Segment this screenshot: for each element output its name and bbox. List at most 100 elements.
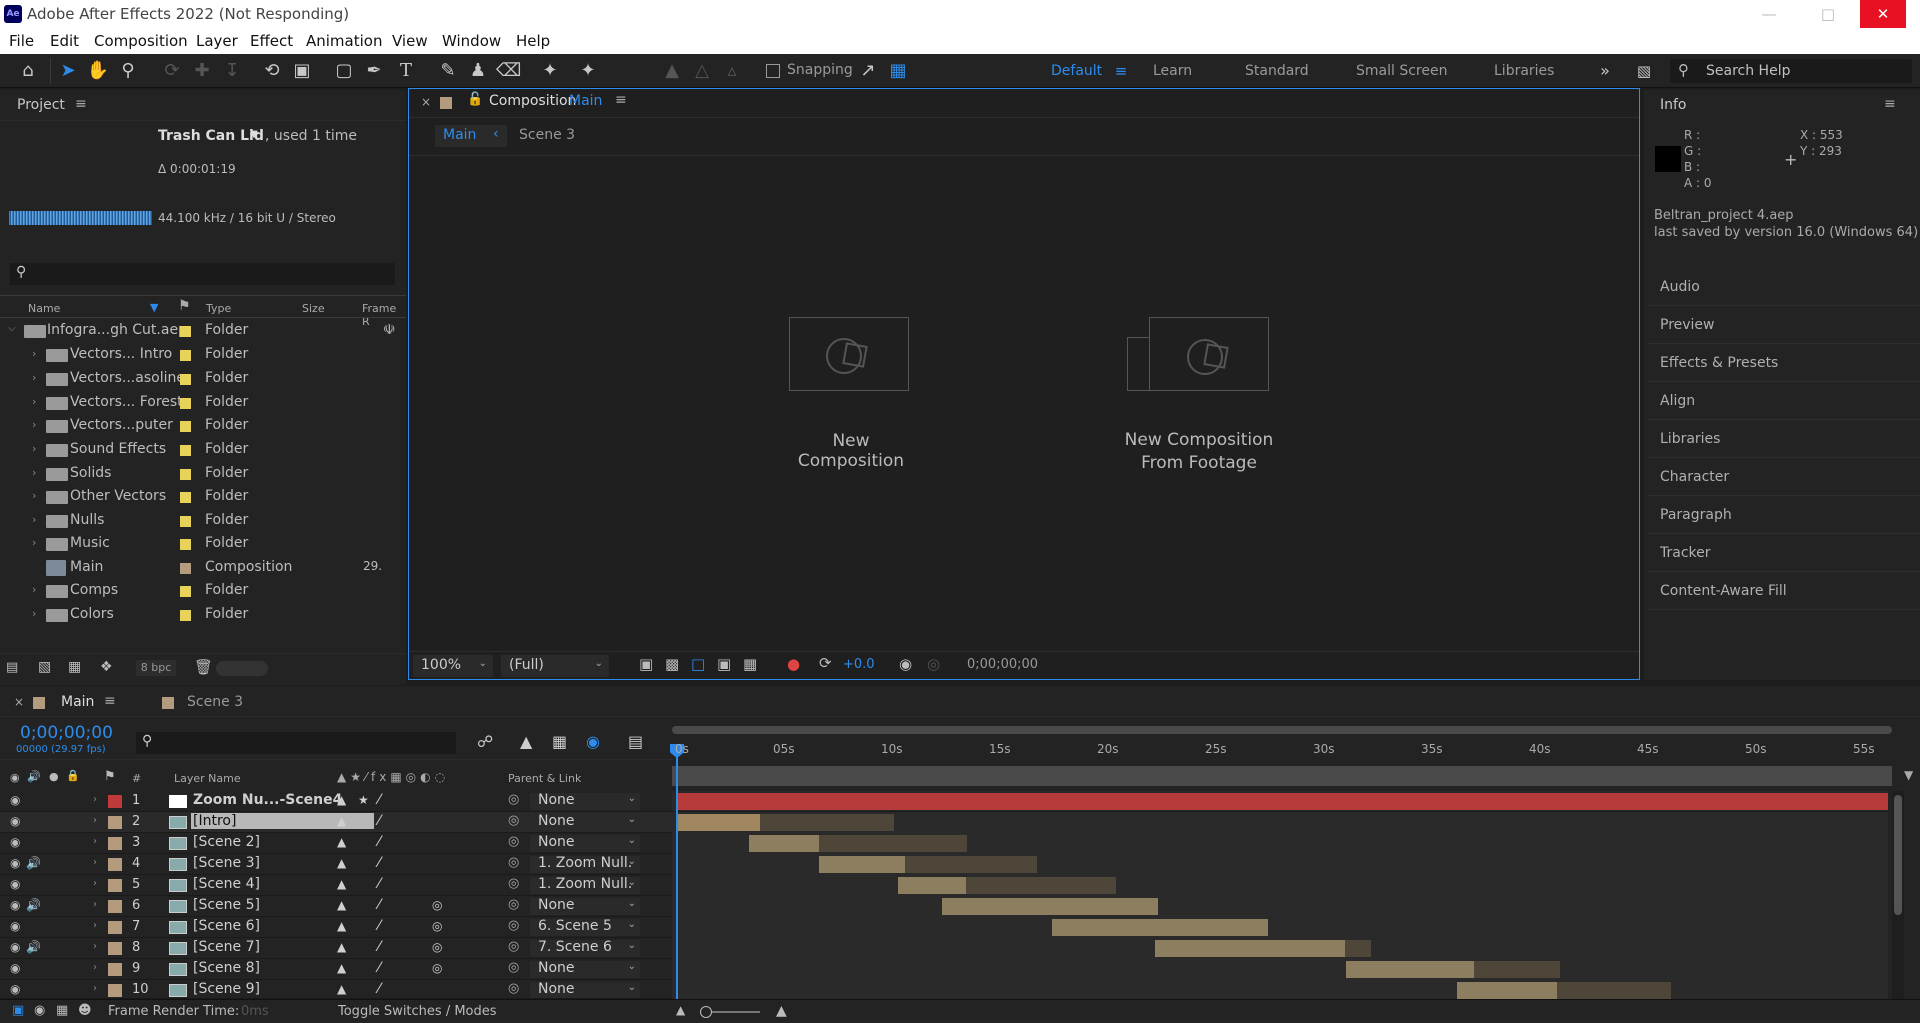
layer-bar-3[interactable] bbox=[749, 835, 819, 852]
panel-align[interactable]: Align bbox=[1648, 384, 1920, 420]
world-axis-icon[interactable]: △ bbox=[690, 59, 714, 83]
eye-icon[interactable]: ◉ bbox=[10, 940, 20, 954]
layer-name[interactable]: [Scene 9] bbox=[193, 981, 260, 997]
pickwhip-icon[interactable]: ◎ bbox=[508, 960, 519, 975]
menu-view[interactable]: View bbox=[392, 32, 428, 50]
table-row[interactable]: ◉ 🔊 › 4 [Scene 3] ▲ ⁄ ◎ 1. Zoom Null. ⌄ bbox=[0, 854, 672, 875]
table-row[interactable]: ◉ 🔊 › 6 [Scene 5] ▲ ⁄ ◎ ◎ None ⌄ bbox=[0, 896, 672, 917]
label-swatch[interactable] bbox=[180, 326, 191, 337]
sort-down-icon[interactable]: ▼ bbox=[150, 301, 158, 314]
more-workspaces-icon[interactable]: » bbox=[1593, 59, 1617, 83]
label-swatch[interactable] bbox=[180, 539, 191, 550]
exposure-value[interactable]: +0.0 bbox=[843, 657, 875, 672]
pickwhip-icon[interactable]: ◎ bbox=[508, 834, 519, 849]
quality-switch-icon[interactable]: ⁄ bbox=[378, 813, 380, 829]
brush-tool-icon[interactable]: ✎ bbox=[436, 59, 460, 83]
type-tool-icon[interactable]: T bbox=[394, 59, 418, 83]
parent-dropdown[interactable]: None ⌄ bbox=[530, 960, 640, 978]
motion-blur-switch-icon[interactable]: ◎ bbox=[432, 940, 442, 954]
project-root-folder[interactable]: ⌵ Infogra...gh Cut.aep Folder ☫ bbox=[0, 319, 406, 343]
workspace-learn[interactable]: Learn bbox=[1153, 63, 1192, 79]
eye-icon[interactable]: ◉ bbox=[10, 793, 20, 807]
eye-icon[interactable]: ◉ bbox=[10, 898, 20, 912]
layer-bar-3-trim[interactable] bbox=[819, 835, 967, 852]
expand-icon[interactable]: › bbox=[32, 347, 36, 360]
project-search-input[interactable]: ⚲ bbox=[10, 263, 395, 285]
magnification-dropdown[interactable]: 100% ⌄ bbox=[413, 655, 493, 677]
table-row[interactable]: ◉ › 5 [Scene 4] ▲ ⁄ ◎ 1. Zoom Null. ⌄ bbox=[0, 875, 672, 896]
column-type[interactable]: Type bbox=[206, 302, 231, 315]
layer-bar-2-trim[interactable] bbox=[760, 814, 894, 831]
parent-dropdown[interactable]: None ⌄ bbox=[530, 792, 640, 810]
table-row[interactable]: ◉ › 3 [Scene 2] ▲ ⁄ ◎ None ⌄ bbox=[0, 833, 672, 854]
comp-label-swatch[interactable] bbox=[440, 97, 452, 109]
quality-switch-icon[interactable]: ⁄ bbox=[378, 939, 380, 955]
channel-icon[interactable]: ● bbox=[787, 655, 800, 673]
label-swatch[interactable] bbox=[180, 586, 191, 597]
sync-settings-icon[interactable]: ▧ bbox=[1632, 59, 1656, 83]
comp-panel-menu-icon[interactable]: ≡ bbox=[615, 92, 627, 108]
expand-icon[interactable]: › bbox=[32, 536, 36, 549]
panel-tracker[interactable]: Tracker bbox=[1648, 536, 1920, 572]
graph-editor-icon[interactable]: ▤ bbox=[628, 732, 643, 751]
label-swatch[interactable] bbox=[108, 942, 122, 955]
rectangle-tool-icon[interactable]: ▢ bbox=[332, 59, 356, 83]
quality-switch-icon[interactable]: ⁄ bbox=[378, 981, 380, 997]
thumbnail-slider[interactable] bbox=[216, 661, 268, 676]
expand-icon[interactable]: › bbox=[93, 815, 97, 826]
toggle-switches-modes-button[interactable]: Toggle Switches / Modes bbox=[338, 1004, 497, 1019]
layer-name[interactable]: [Scene 5] bbox=[193, 897, 260, 913]
eye-icon[interactable]: ◉ bbox=[10, 919, 20, 933]
layer-name[interactable]: [Scene 4] bbox=[193, 876, 260, 892]
guides-icon[interactable]: ▦ bbox=[743, 655, 757, 673]
label-swatch[interactable] bbox=[180, 445, 191, 456]
time-navigator[interactable] bbox=[672, 766, 1892, 786]
menu-file[interactable]: File bbox=[9, 32, 34, 50]
label-swatch[interactable] bbox=[108, 858, 122, 871]
menu-edit[interactable]: Edit bbox=[50, 32, 79, 50]
lock-column-icon[interactable]: 🔒 bbox=[66, 769, 80, 782]
project-item[interactable]: › Solids Folder bbox=[0, 462, 406, 486]
project-panel-menu-icon[interactable]: ≡ bbox=[75, 96, 87, 112]
layer-switches-icon[interactable]: ▣ bbox=[12, 1003, 24, 1018]
parent-dropdown[interactable]: None ⌄ bbox=[530, 897, 640, 915]
speaker-icon[interactable]: 🔊 bbox=[26, 898, 41, 912]
parent-dropdown[interactable]: 1. Zoom Null. ⌄ bbox=[530, 855, 640, 873]
panel-libraries[interactable]: Libraries bbox=[1648, 422, 1920, 458]
layer-bar-4-trim[interactable] bbox=[905, 856, 1037, 873]
close-tab-icon[interactable]: × bbox=[14, 695, 24, 709]
comp-current-time[interactable]: 0;00;00;00 bbox=[967, 657, 1038, 672]
table-row[interactable]: ◉ 🔊 › 8 [Scene 7] ▲ ⁄ ◎ ◎ 7. Scene 6 ⌄ bbox=[0, 938, 672, 959]
layer-name[interactable]: [Scene 3] bbox=[193, 855, 260, 871]
layer-bar-10-trim[interactable] bbox=[1557, 982, 1671, 999]
fast-previews-icon[interactable]: ▣ bbox=[639, 655, 653, 673]
expand-icon[interactable]: › bbox=[93, 857, 97, 868]
menu-window[interactable]: Window bbox=[442, 32, 501, 50]
shy-layers-icon[interactable]: ▦ bbox=[552, 732, 567, 751]
layer-name[interactable]: [Scene 8] bbox=[193, 960, 260, 976]
expand-icon[interactable]: › bbox=[93, 962, 97, 973]
panel-preview[interactable]: Preview bbox=[1648, 308, 1920, 344]
home-icon[interactable]: ⌂ bbox=[16, 59, 40, 83]
new-composition-from-footage-icon[interactable] bbox=[1127, 317, 1269, 391]
expand-icon[interactable]: › bbox=[32, 418, 36, 431]
layer-bar-8-trim[interactable] bbox=[1345, 940, 1371, 957]
project-item[interactable]: › Nulls Folder bbox=[0, 509, 406, 533]
breadcrumb-scene-3[interactable]: Scene 3 bbox=[519, 127, 575, 143]
new-folder-icon[interactable]: ▧ bbox=[38, 659, 51, 675]
label-swatch[interactable] bbox=[180, 350, 191, 361]
trash-icon[interactable]: 🗑 bbox=[194, 658, 213, 676]
comp-mini-flowchart-icon[interactable]: ☍ bbox=[477, 732, 493, 751]
view-axis-icon[interactable]: ▵ bbox=[720, 59, 744, 83]
expand-icon[interactable]: › bbox=[93, 983, 97, 994]
adobe-dynamic-link-icon[interactable]: ❖ bbox=[100, 659, 113, 675]
column-parent-link[interactable]: Parent & Link bbox=[508, 772, 581, 785]
label-swatch[interactable] bbox=[180, 398, 191, 409]
shy-switch-icon[interactable]: ▲ bbox=[337, 814, 346, 828]
clone-stamp-icon[interactable]: ♟ bbox=[466, 59, 490, 83]
pen-tool-icon[interactable]: ✒ bbox=[362, 59, 386, 83]
dolly-tool-icon[interactable]: ↧ bbox=[220, 59, 244, 83]
close-tab-icon[interactable]: × bbox=[421, 95, 431, 109]
label-swatch[interactable] bbox=[180, 610, 191, 621]
new-composition-label[interactable]: New Composition bbox=[781, 431, 921, 471]
